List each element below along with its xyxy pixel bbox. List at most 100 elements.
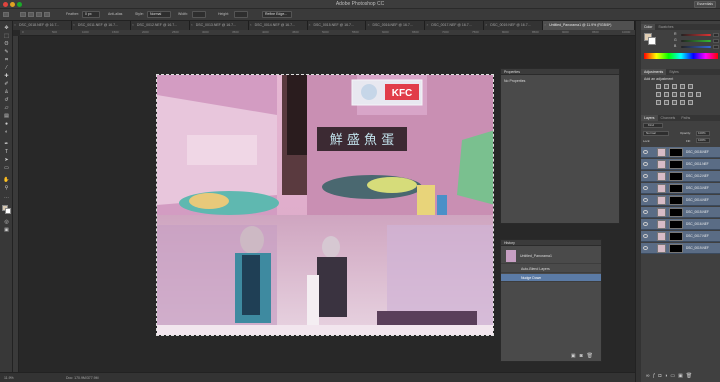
- opacity-input[interactable]: 100%: [696, 131, 710, 136]
- healing-tool-icon[interactable]: ✚: [3, 73, 10, 79]
- visibility-eye-icon[interactable]: [643, 210, 648, 214]
- group-icon[interactable]: ▭: [670, 373, 678, 379]
- tab-layers[interactable]: Layers: [641, 115, 658, 121]
- layer-mask-thumbnail[interactable]: [669, 160, 683, 169]
- hue-saturation-icon[interactable]: [656, 92, 661, 97]
- history-brush-tool-icon[interactable]: ↺: [3, 97, 10, 103]
- background-color-swatch[interactable]: [5, 208, 11, 214]
- document-canvas[interactable]: KFC 鮮 盛 魚 蛋: [156, 74, 494, 336]
- visibility-eye-icon[interactable]: [643, 198, 648, 202]
- color-spectrum-bar[interactable]: [644, 53, 718, 59]
- gradient-map-icon[interactable]: [680, 100, 685, 105]
- link-icon[interactable]: ∞: [646, 373, 653, 379]
- layer-mask-thumbnail[interactable]: [669, 244, 683, 253]
- pen-tool-icon[interactable]: ✒: [3, 141, 10, 147]
- tab-swatches[interactable]: Swatches: [655, 24, 676, 30]
- close-tab-icon[interactable]: ×: [14, 21, 16, 30]
- move-tool-icon[interactable]: ✥: [3, 25, 10, 31]
- selective-color-icon[interactable]: [688, 100, 693, 105]
- workspace-switcher[interactable]: Essentials: [694, 1, 716, 8]
- fill-input[interactable]: 100%: [696, 138, 710, 143]
- eyedropper-tool-icon[interactable]: ⁄: [3, 65, 10, 71]
- close-tab-icon[interactable]: ×: [73, 21, 75, 30]
- layer-row[interactable]: DSC_0014.NEF: [641, 195, 720, 206]
- hand-tool-icon[interactable]: ✋: [3, 177, 10, 183]
- layer-mask-thumbnail[interactable]: [669, 196, 683, 205]
- intersect-selection-icon[interactable]: [44, 12, 50, 17]
- zoom-tool-icon[interactable]: ⚲: [3, 185, 10, 191]
- close-tab-icon[interactable]: ×: [250, 21, 252, 30]
- tab-document[interactable]: × DSC_0012.NEF @ 16.7...: [130, 21, 190, 30]
- layer-mask-thumbnail[interactable]: [669, 208, 683, 217]
- layer-row[interactable]: DSC_0013.NEF: [641, 183, 720, 194]
- tab-document[interactable]: × DSC_0017.NEF @ 16.7...: [425, 21, 485, 30]
- tab-document-active[interactable]: × Untitled_Panorama1 @ 11.9% (RGB/8*): [543, 21, 635, 30]
- extra-tools-icon[interactable]: ⋯: [3, 195, 10, 201]
- slider-r[interactable]: [681, 34, 711, 36]
- tab-paths[interactable]: Paths: [678, 115, 693, 121]
- document-size[interactable]: Doc: 170.9M/377.9M: [66, 376, 99, 380]
- tab-styles[interactable]: Styles: [666, 69, 682, 75]
- blend-mode-select[interactable]: Normal: [643, 131, 669, 136]
- invert-icon[interactable]: [656, 100, 661, 105]
- quick-select-tool-icon[interactable]: ✎: [3, 49, 10, 55]
- close-tab-icon[interactable]: ×: [544, 21, 546, 30]
- brightness-contrast-icon[interactable]: [656, 84, 661, 89]
- path-select-tool-icon[interactable]: ➤: [3, 157, 10, 163]
- layer-row[interactable]: DSC_0015.NEF: [641, 207, 720, 218]
- visibility-eye-icon[interactable]: [643, 246, 648, 250]
- layer-row[interactable]: DSC_0019.NEF: [641, 243, 720, 254]
- width-input[interactable]: [192, 11, 206, 18]
- style-select[interactable]: Normal: [147, 11, 171, 18]
- tab-document[interactable]: × DSC_0013.NEF @ 16.7...: [189, 21, 249, 30]
- trash-icon[interactable]: 🗑: [686, 373, 695, 379]
- tab-document[interactable]: × DSC_0015.NEF @ 16.7...: [307, 21, 367, 30]
- history-step-selected[interactable]: Nudge Down: [501, 274, 601, 282]
- new-layer-icon[interactable]: ▣: [678, 373, 686, 379]
- delete-icon[interactable]: 🗑: [587, 353, 597, 359]
- screen-mode-icon[interactable]: ▣: [3, 227, 10, 233]
- color-lookup-icon[interactable]: [696, 92, 701, 97]
- layer-mask-thumbnail[interactable]: [669, 232, 683, 241]
- dodge-tool-icon[interactable]: ◐: [3, 129, 10, 135]
- height-input[interactable]: [234, 11, 248, 18]
- new-snapshot-icon[interactable]: ◙: [580, 353, 587, 359]
- exposure-icon[interactable]: [680, 84, 685, 89]
- lasso-tool-icon[interactable]: ʘ: [3, 41, 10, 47]
- layer-mask-thumbnail[interactable]: [669, 172, 683, 181]
- layer-row[interactable]: DSC_0018.NEF: [641, 147, 720, 158]
- visibility-eye-icon[interactable]: [643, 222, 648, 226]
- visibility-eye-icon[interactable]: [643, 174, 648, 178]
- tab-document[interactable]: × DSC_0014.NEF @ 16.7...: [248, 21, 308, 30]
- layer-mask-thumbnail[interactable]: [669, 148, 683, 157]
- tab-adjustments[interactable]: Adjustments: [641, 69, 667, 75]
- visibility-eye-icon[interactable]: [643, 150, 648, 154]
- layer-row[interactable]: DSC_0016.NEF: [641, 219, 720, 230]
- slider-g-value[interactable]: [713, 39, 719, 43]
- blur-tool-icon[interactable]: ●: [3, 121, 10, 127]
- gradient-tool-icon[interactable]: ▤: [3, 113, 10, 119]
- history-step[interactable]: Auto-Blend Layers: [501, 265, 601, 273]
- close-tab-icon[interactable]: ×: [485, 21, 487, 30]
- visibility-eye-icon[interactable]: [643, 162, 648, 166]
- visibility-eye-icon[interactable]: [643, 234, 648, 238]
- color-balance-icon[interactable]: [664, 92, 669, 97]
- close-tab-icon[interactable]: ×: [367, 21, 369, 30]
- tab-document[interactable]: × DSC_0019.NEF @ 16.7...: [484, 21, 544, 30]
- type-tool-icon[interactable]: T: [3, 149, 10, 155]
- subtract-selection-icon[interactable]: [36, 12, 42, 17]
- close-tab-icon[interactable]: ×: [191, 21, 193, 30]
- tab-color[interactable]: Color: [641, 24, 656, 30]
- new-document-icon[interactable]: ▣: [571, 353, 580, 359]
- photo-filter-icon[interactable]: [680, 92, 685, 97]
- close-tab-icon[interactable]: ×: [426, 21, 428, 30]
- brush-tool-icon[interactable]: ✐: [3, 81, 10, 87]
- close-tab-icon[interactable]: ×: [309, 21, 311, 30]
- tab-document[interactable]: × DSC_0016.NEF @ 16.7...: [366, 21, 426, 30]
- eraser-tool-icon[interactable]: ▱: [3, 105, 10, 111]
- slider-b-value[interactable]: [713, 45, 719, 49]
- levels-icon[interactable]: [664, 84, 669, 89]
- curves-icon[interactable]: [672, 84, 677, 89]
- antialias-checkbox[interactable]: Anti-alias: [108, 11, 122, 18]
- close-tab-icon[interactable]: ×: [132, 21, 134, 30]
